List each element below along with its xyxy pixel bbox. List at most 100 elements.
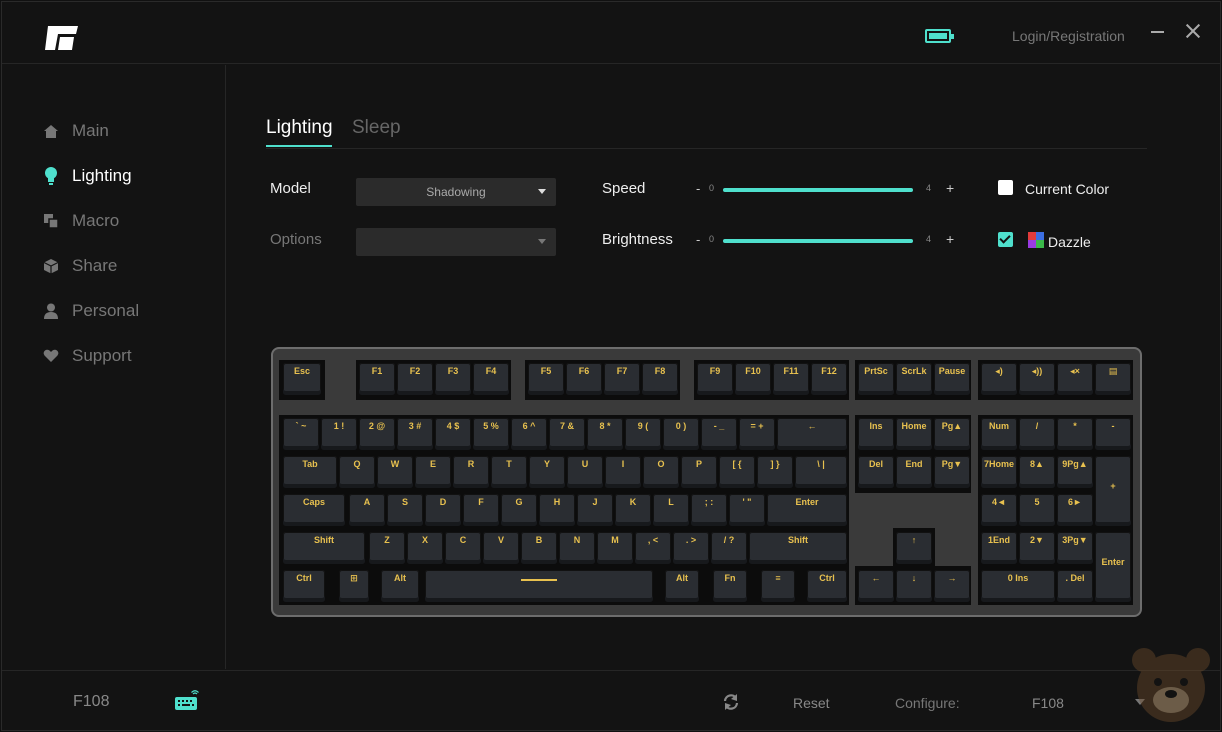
key-g[interactable]: G bbox=[501, 494, 537, 526]
key-down[interactable]: ↓ bbox=[896, 570, 932, 602]
key-scrlk[interactable]: ScrLk bbox=[896, 363, 932, 395]
key-np-2[interactable]: 2▼ bbox=[1019, 532, 1055, 564]
key-menu[interactable]: ≡ bbox=[761, 570, 795, 602]
key-f8[interactable]: F8 bbox=[642, 363, 678, 395]
key-p[interactable]: P bbox=[681, 456, 717, 488]
sidebar-item-macro[interactable]: Macro bbox=[42, 210, 119, 232]
minimize-button[interactable] bbox=[1151, 24, 1165, 38]
key-a[interactable]: A bbox=[349, 494, 385, 526]
key-f3[interactable]: F3 bbox=[435, 363, 471, 395]
key-x[interactable]: X bbox=[407, 532, 443, 564]
key-l[interactable]: L bbox=[653, 494, 689, 526]
key-f11[interactable]: F11 bbox=[773, 363, 809, 395]
key-m[interactable]: M bbox=[597, 532, 633, 564]
speed-decrease-button[interactable]: - bbox=[696, 181, 700, 196]
key-ins[interactable]: Ins bbox=[858, 418, 894, 450]
dazzle-checkbox[interactable] bbox=[998, 232, 1013, 247]
speed-increase-button[interactable]: + bbox=[946, 180, 954, 196]
key-n[interactable]: N bbox=[559, 532, 595, 564]
key-2[interactable]: 2 @ bbox=[359, 418, 395, 450]
key-home[interactable]: Home bbox=[896, 418, 932, 450]
key-q[interactable]: Q bbox=[339, 456, 375, 488]
key-np-7[interactable]: 7Home bbox=[981, 456, 1017, 488]
key-backspace[interactable]: ← bbox=[777, 418, 847, 450]
key-np-6[interactable]: 6► bbox=[1057, 494, 1093, 526]
key-grave[interactable]: ` ~ bbox=[283, 418, 319, 450]
key-7[interactable]: 7 & bbox=[549, 418, 585, 450]
configure-select[interactable]: F108 bbox=[1032, 695, 1064, 711]
key-pgdn[interactable]: Pg▼ bbox=[934, 456, 970, 488]
key-6[interactable]: 6 ^ bbox=[511, 418, 547, 450]
key-f10[interactable]: F10 bbox=[735, 363, 771, 395]
key-slash[interactable]: / ? bbox=[711, 532, 747, 564]
key-rctrl[interactable]: Ctrl bbox=[807, 570, 847, 602]
key-equals[interactable]: = + bbox=[739, 418, 775, 450]
reset-button[interactable]: Reset bbox=[793, 695, 830, 711]
key-t[interactable]: T bbox=[491, 456, 527, 488]
brightness-slider[interactable]: - 0 4 + bbox=[696, 231, 966, 248]
key-f1[interactable]: F1 bbox=[359, 363, 395, 395]
login-link[interactable]: Login/Registration bbox=[1012, 28, 1125, 44]
key-fn[interactable]: Fn bbox=[713, 570, 747, 602]
key-prtsc[interactable]: PrtSc bbox=[858, 363, 894, 395]
key-j[interactable]: J bbox=[577, 494, 613, 526]
key-f4[interactable]: F4 bbox=[473, 363, 509, 395]
tab-lighting[interactable]: Lighting bbox=[266, 117, 333, 139]
key-quote[interactable]: ' " bbox=[729, 494, 765, 526]
key-f7[interactable]: F7 bbox=[604, 363, 640, 395]
key-np-divide[interactable]: / bbox=[1019, 418, 1055, 450]
key-f12[interactable]: F12 bbox=[811, 363, 847, 395]
key-caps[interactable]: Caps bbox=[283, 494, 345, 526]
key-h[interactable]: H bbox=[539, 494, 575, 526]
key-np-5[interactable]: 5 bbox=[1019, 494, 1055, 526]
key-pgup[interactable]: Pg▲ bbox=[934, 418, 970, 450]
key-4[interactable]: 4 $ bbox=[435, 418, 471, 450]
key-volume-up[interactable]: ◂)) bbox=[1019, 363, 1055, 395]
key-np-multiply[interactable]: * bbox=[1057, 418, 1093, 450]
key-win[interactable]: ⊞ bbox=[339, 570, 369, 602]
key-v[interactable]: V bbox=[483, 532, 519, 564]
current-color-checkbox[interactable] bbox=[998, 180, 1013, 195]
key-r[interactable]: R bbox=[453, 456, 489, 488]
keyboard-wireless-icon[interactable] bbox=[174, 690, 200, 712]
key-d[interactable]: D bbox=[425, 494, 461, 526]
key-i[interactable]: I bbox=[605, 456, 641, 488]
key-del[interactable]: Del bbox=[858, 456, 894, 488]
key-u[interactable]: U bbox=[567, 456, 603, 488]
key-8[interactable]: 8 * bbox=[587, 418, 623, 450]
key-lctrl[interactable]: Ctrl bbox=[283, 570, 325, 602]
key-np-enter[interactable]: Enter bbox=[1095, 532, 1131, 602]
key-rshift[interactable]: Shift bbox=[749, 532, 847, 564]
model-select[interactable]: Shadowing bbox=[356, 178, 556, 206]
key-numlock[interactable]: Num bbox=[981, 418, 1017, 450]
key-mute[interactable]: ◂× bbox=[1057, 363, 1093, 395]
key-f5[interactable]: F5 bbox=[528, 363, 564, 395]
sidebar-item-share[interactable]: Share bbox=[42, 255, 117, 277]
key-np-1[interactable]: 1End bbox=[981, 532, 1017, 564]
key-np-9[interactable]: 9Pg▲ bbox=[1057, 456, 1093, 488]
key-5[interactable]: 5 % bbox=[473, 418, 509, 450]
key-f2[interactable]: F2 bbox=[397, 363, 433, 395]
key-np-8[interactable]: 8▲ bbox=[1019, 456, 1055, 488]
key-period[interactable]: . > bbox=[673, 532, 709, 564]
key-lbracket[interactable]: [ { bbox=[719, 456, 755, 488]
key-np-0[interactable]: 0 Ins bbox=[981, 570, 1055, 602]
key-c[interactable]: C bbox=[445, 532, 481, 564]
speed-track[interactable] bbox=[723, 188, 913, 192]
key-s[interactable]: S bbox=[387, 494, 423, 526]
sidebar-item-support[interactable]: Support bbox=[42, 345, 132, 367]
key-np-4[interactable]: 4◄ bbox=[981, 494, 1017, 526]
sidebar-item-lighting[interactable]: Lighting bbox=[42, 165, 132, 187]
key-np-dot[interactable]: . Del bbox=[1057, 570, 1093, 602]
key-e[interactable]: E bbox=[415, 456, 451, 488]
key-np-3[interactable]: 3Pg▼ bbox=[1057, 532, 1093, 564]
key-w[interactable]: W bbox=[377, 456, 413, 488]
key-pause[interactable]: Pause bbox=[934, 363, 970, 395]
brightness-track[interactable] bbox=[723, 239, 913, 243]
key-space[interactable] bbox=[425, 570, 653, 602]
key-calculator[interactable]: ▤ bbox=[1095, 363, 1131, 395]
key-f9[interactable]: F9 bbox=[697, 363, 733, 395]
key-esc[interactable]: Esc bbox=[283, 363, 321, 395]
sidebar-item-personal[interactable]: Personal bbox=[42, 300, 139, 322]
key-f6[interactable]: F6 bbox=[566, 363, 602, 395]
